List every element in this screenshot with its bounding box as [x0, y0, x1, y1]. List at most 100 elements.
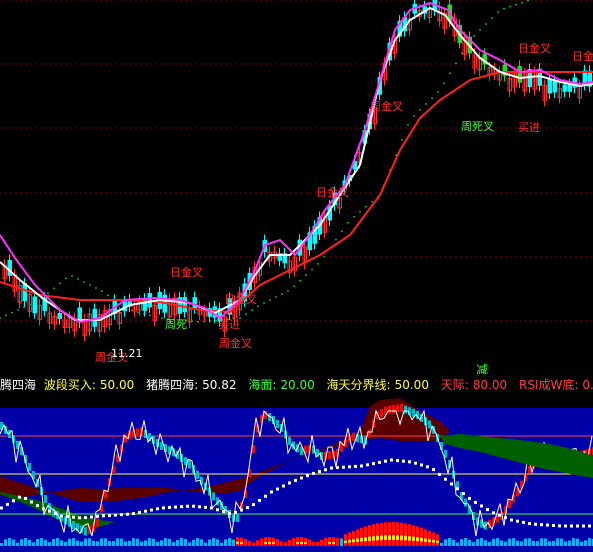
white-dot [114, 513, 117, 517]
histogram-bar-highlight [296, 542, 299, 544]
candle-body [517, 66, 522, 83]
white-dot [240, 508, 243, 512]
dot [101, 290, 103, 293]
dot [491, 17, 493, 19]
histogram-bar [404, 523, 407, 546]
white-dot [192, 504, 195, 508]
white-dot [510, 518, 513, 522]
histogram-bar [68, 538, 71, 546]
histogram-bar [88, 538, 91, 546]
histogram-bar [12, 539, 15, 546]
histogram-bar [544, 538, 547, 546]
indicator-item-3: 海天分界线: 50.00 [326, 378, 429, 392]
white-dot [36, 504, 39, 508]
white-dot [582, 524, 585, 528]
histogram-bar [416, 526, 419, 546]
indicator-item-4: 天际: 80.00 [440, 378, 508, 392]
histogram-bar [324, 538, 327, 546]
histogram-bar [180, 538, 183, 546]
main-price-chart[interactable]: 日金叉 日金叉 日金叉 日金叉 日金叉 周金叉 周金叉 周金叉 买进 买进 周死… [0, 0, 593, 374]
histogram-bar-highlight [396, 535, 399, 541]
histogram-bar [560, 538, 563, 546]
white-dot [138, 510, 141, 514]
histogram-bar [396, 522, 399, 546]
white-dot [168, 505, 171, 509]
histogram-bar-highlight [428, 539, 431, 543]
histogram-bar [208, 539, 211, 546]
dot [95, 287, 97, 289]
histogram-bar [312, 541, 315, 546]
dot [509, 5, 511, 8]
histogram-bar [484, 540, 487, 546]
white-dot [396, 459, 399, 463]
step-block [404, 405, 407, 414]
step-block [104, 490, 107, 499]
histogram-bar [236, 537, 239, 546]
histogram-bar [388, 522, 391, 546]
step-block [96, 518, 99, 527]
histogram-bar [224, 539, 227, 546]
white-dot [540, 523, 543, 527]
histogram-bar [420, 527, 423, 546]
signal-label: 周死 [165, 318, 187, 331]
histogram-bar [96, 541, 99, 546]
white-dot [492, 511, 495, 515]
dot [263, 302, 265, 304]
white-dot [384, 459, 387, 463]
histogram-bar [72, 538, 75, 546]
dot [77, 278, 79, 280]
dot [269, 299, 271, 301]
white-dot [180, 505, 183, 509]
dot [401, 139, 403, 141]
dot [413, 115, 415, 117]
signal-labels: 日金叉 日金叉 日金叉 日金叉 日金叉 周金叉 周金叉 周金叉 买进 买进 周死… [95, 41, 593, 374]
white-dot [12, 499, 15, 503]
histogram-bar [336, 538, 339, 546]
indicator-item-5: RSI成W底:0.0 [519, 378, 593, 392]
histogram-bar-highlight [268, 541, 271, 544]
white-dot [276, 487, 279, 491]
dot [485, 23, 487, 25]
step-block [380, 409, 383, 417]
dot [335, 238, 337, 241]
histogram-bar-highlight [416, 537, 419, 542]
histogram-bar [508, 538, 511, 546]
white-dot [498, 513, 501, 517]
white-dot [558, 524, 561, 528]
histogram-bar [112, 541, 115, 546]
histogram-bar [424, 529, 427, 546]
white-dot [246, 506, 249, 510]
step-block [136, 428, 139, 437]
histogram-bar [20, 539, 23, 546]
histogram-bar [576, 538, 579, 546]
dot [83, 281, 85, 283]
step-block [84, 527, 87, 536]
histogram-bar [428, 530, 431, 546]
white-dot [342, 465, 345, 469]
histogram-bar [308, 539, 311, 546]
candle-body [22, 283, 27, 302]
white-dot [102, 514, 105, 518]
white-dot [204, 505, 207, 509]
histogram-bar [124, 541, 127, 546]
histogram-bar [520, 541, 523, 546]
indicator-panel[interactable] [0, 396, 593, 552]
white-dot [402, 459, 405, 463]
signal-label: 周死叉 [461, 120, 494, 133]
signal-label: 日金叉 [518, 41, 551, 55]
histogram-bar [140, 541, 143, 546]
white-dot [474, 500, 477, 504]
histogram-bar [320, 539, 323, 546]
white-dot [378, 460, 381, 464]
dot [251, 309, 253, 312]
histogram-bar [192, 539, 195, 546]
histogram-bar [276, 539, 279, 546]
white-dot [462, 492, 465, 496]
step-block [508, 500, 511, 509]
histogram-bar-highlight [412, 536, 415, 541]
white-dot [120, 513, 123, 517]
candle-body [147, 293, 152, 308]
white-dot [420, 463, 423, 467]
histogram-bar [516, 540, 519, 546]
white-dot [96, 514, 99, 518]
